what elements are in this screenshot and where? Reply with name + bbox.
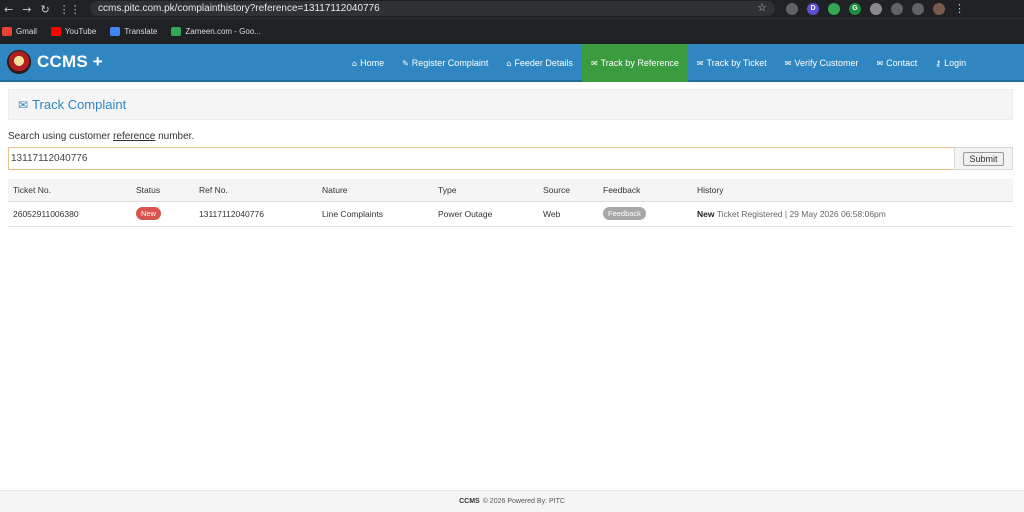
table-row: 26052911006380 New 13117112040776 Line C… xyxy=(8,200,1013,227)
ccms-logo-icon xyxy=(7,50,31,74)
badge-extension-icon[interactable] xyxy=(870,2,882,15)
browser-toolbar: ← → ↻ ⋮⋮ ccms.pitc.com.pk/complainthisto… xyxy=(0,0,1024,18)
gmail-icon xyxy=(2,27,12,36)
profile-avatar-icon[interactable] xyxy=(933,2,945,15)
column-header: Type xyxy=(433,179,538,202)
bookmark-gmail[interactable]: Gmail xyxy=(2,27,37,36)
d-extension-icon[interactable]: D xyxy=(807,2,819,15)
reference-number: 13117112040776 xyxy=(194,200,317,227)
footer-brand: CCMS xyxy=(459,498,480,505)
bookmark-label: Translate xyxy=(124,27,158,36)
key-icon: ⚷ xyxy=(935,58,942,68)
feedback-cell: Feedback xyxy=(598,200,692,227)
reference-input[interactable] xyxy=(8,147,954,170)
submit-button[interactable]: Submit xyxy=(963,151,1004,166)
comments-icon: ✉ xyxy=(784,58,792,68)
status-cell: New xyxy=(131,200,194,227)
apps-grid-icon[interactable]: ⋮⋮ xyxy=(59,4,81,15)
address-bar[interactable]: ccms.pitc.com.pk/complainthistory?refere… xyxy=(90,1,775,16)
history-detail: Ticket Registered | 29 May 2026 06:58:06… xyxy=(716,208,886,219)
bookmark-youtube[interactable]: YouTube xyxy=(50,27,97,36)
source-cell: Web xyxy=(538,200,598,227)
search-label: Search using customer reference number. xyxy=(8,131,194,142)
nav-label: Home xyxy=(360,58,385,68)
nav-verify-customer[interactable]: ✉ Verify Customer xyxy=(776,44,868,82)
nav-label: Login xyxy=(944,58,967,68)
bookmark-zameen[interactable]: Zameen.com - Goo... xyxy=(171,27,261,36)
zameen-icon xyxy=(171,27,182,36)
bookmark-label: Gmail xyxy=(16,27,37,36)
browser-nav: ← → ↻ ⋮⋮ xyxy=(0,4,90,15)
comments-icon: ✉ xyxy=(590,58,598,68)
submit-addon: Submit xyxy=(954,147,1013,170)
nav-feeder-details[interactable]: ⌂ Feeder Details xyxy=(497,44,582,82)
puzzle-extensions-icon[interactable] xyxy=(891,2,903,15)
history-cell: New Ticket Registered | 29 May 2026 06:5… xyxy=(692,200,1013,227)
nav-label: Track by Ticket xyxy=(706,58,767,68)
column-header: Nature xyxy=(317,179,433,202)
extensions-area: D G ⋮ xyxy=(786,2,965,15)
nav-home[interactable]: ⌂ Home xyxy=(343,44,393,82)
back-arrow-icon[interactable]: ← xyxy=(4,4,13,15)
column-header: Source xyxy=(538,179,598,202)
nav-label: Track by Reference xyxy=(600,58,679,68)
nav-register-complaint[interactable]: ✎ Register Complaint xyxy=(393,44,497,82)
nav-track-by-reference[interactable]: ✉ Track by Reference xyxy=(581,44,688,82)
envelope-icon: ✉ xyxy=(876,58,884,68)
history-status: New xyxy=(697,208,715,219)
bookmark-translate[interactable]: Translate xyxy=(110,27,157,36)
type-cell: Power Outage xyxy=(433,200,538,227)
green-extension-icon[interactable] xyxy=(828,2,840,15)
url-text[interactable]: ccms.pitc.com.pk/complainthistory?refere… xyxy=(90,3,380,14)
footer-text: © 2026 Powered By: PITC xyxy=(482,498,565,505)
table-header-row: Ticket No. Status Ref No. Nature Type So… xyxy=(8,179,1013,202)
bookmark-label: YouTube xyxy=(64,27,97,36)
bookmark-star-icon[interactable]: ☆ xyxy=(757,1,767,14)
feedback-button[interactable]: Feedback xyxy=(603,207,646,220)
column-header: Feedback xyxy=(598,179,692,202)
nav-label: Verify Customer xyxy=(794,58,859,68)
forward-arrow-icon[interactable]: → xyxy=(22,4,31,15)
status-badge: New xyxy=(136,207,162,220)
nav-label: Register Complaint xyxy=(411,58,489,68)
search-form: Submit xyxy=(8,147,1013,170)
ticket-number: 26052911006380 xyxy=(8,200,131,227)
column-header: Status xyxy=(131,179,194,202)
nav-login[interactable]: ⚷ Login xyxy=(926,44,975,82)
page-title-bar: ✉ Track Complaint xyxy=(8,89,1013,120)
nav-contact[interactable]: ✉ Contact xyxy=(867,44,926,82)
column-header: Ticket No. xyxy=(8,179,131,202)
nature-cell: Line Complaints xyxy=(317,200,433,227)
column-header: History xyxy=(692,179,1013,202)
brand-title: CCMS + xyxy=(37,52,103,71)
search-label-text: number. xyxy=(155,131,195,142)
nav-label: Contact xyxy=(886,58,918,68)
grammarly-extension-icon[interactable]: G xyxy=(849,2,861,15)
home-icon: ⌂ xyxy=(352,58,358,68)
tab-search-icon[interactable] xyxy=(912,2,924,15)
nav-track-by-ticket[interactable]: ✉ Track by Ticket xyxy=(688,44,776,82)
browser-menu-icon[interactable]: ⋮ xyxy=(954,2,965,15)
pen-extension-icon[interactable] xyxy=(786,2,798,15)
comments-icon: ✉ xyxy=(18,97,29,112)
comments-icon: ✎ xyxy=(402,58,409,68)
footer: CCMS © 2026 Powered By: PITC xyxy=(0,490,1024,512)
search-label-text: Search using customer xyxy=(8,131,114,142)
translate-icon xyxy=(110,27,121,36)
column-header: Ref No. xyxy=(194,179,317,202)
reload-icon[interactable]: ↻ xyxy=(40,4,49,15)
comments-icon: ✉ xyxy=(696,58,704,68)
brand[interactable]: CCMS + xyxy=(7,50,103,74)
home-icon: ⌂ xyxy=(506,58,512,68)
complaints-table: Ticket No. Status Ref No. Nature Type So… xyxy=(8,179,1013,227)
app-header: CCMS + ⌂ Home ✎ Register Complaint ⌂ Fee… xyxy=(0,44,1024,82)
bookmark-label: Zameen.com - Goo... xyxy=(185,27,261,36)
main-nav: ⌂ Home ✎ Register Complaint ⌂ Feeder Det… xyxy=(343,44,975,82)
page-title: Track Complaint xyxy=(32,97,127,112)
bookmarks-bar: Gmail YouTube Translate Zameen.com - Goo… xyxy=(0,18,1024,44)
nav-label: Feeder Details xyxy=(514,58,573,68)
search-label-emphasis: reference xyxy=(113,131,156,142)
youtube-icon xyxy=(50,27,61,36)
